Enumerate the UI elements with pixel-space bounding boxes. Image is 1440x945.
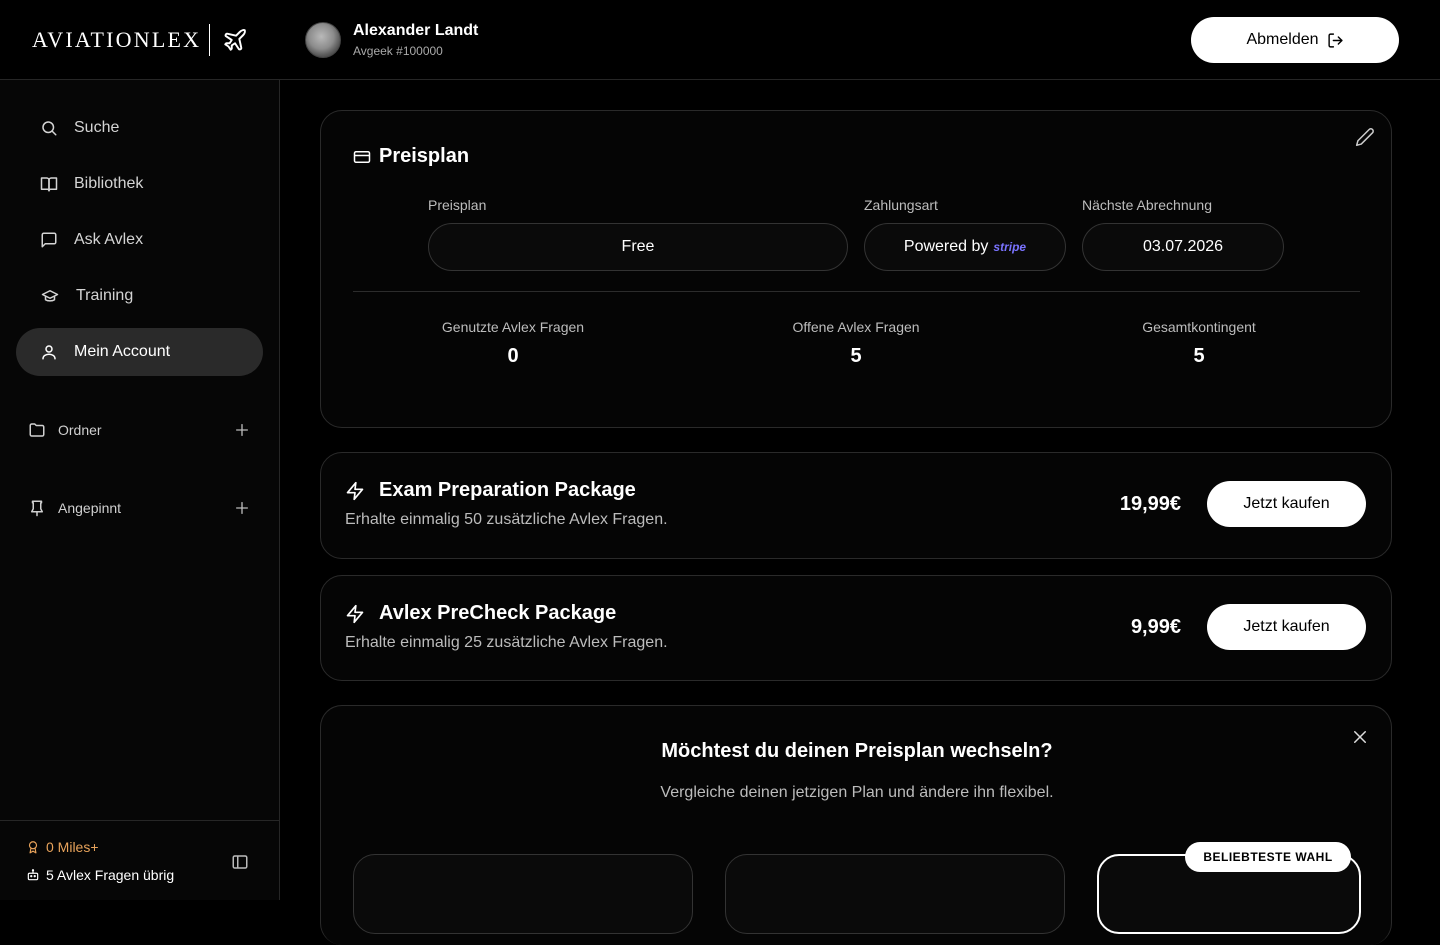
logout-label: Abmelden <box>1246 31 1319 48</box>
switch-plan-title: Möchtest du deinen Preisplan wechseln? <box>661 740 1053 762</box>
pin-icon <box>28 499 46 517</box>
plan-option-card[interactable] <box>353 854 693 934</box>
plan-field-label: Preisplan <box>428 197 487 213</box>
package-description: Erhalte einmalig 25 zusätzliche Avlex Fr… <box>345 634 668 651</box>
stat-value: 0 <box>507 345 519 367</box>
sidebar-item-label: Suche <box>74 119 120 136</box>
payment-method[interactable]: Powered by stripe <box>864 223 1066 271</box>
chat-icon <box>40 231 58 249</box>
add-folder-icon[interactable] <box>234 422 250 438</box>
user-name: Alexander Landt <box>353 22 479 39</box>
questions-left-label: 5 Avlex Fragen übrig <box>46 867 175 883</box>
avatar <box>305 22 341 58</box>
next-billing-date: 03.07.2026 <box>1082 223 1284 271</box>
buy-exam-package-button[interactable]: Jetzt kaufen <box>1207 481 1366 527</box>
book-icon <box>40 175 58 193</box>
package-price: 19,99€ <box>1119 493 1181 515</box>
package-description: Erhalte einmalig 50 zusätzliche Avlex Fr… <box>345 511 668 528</box>
switch-plan-subtitle: Vergleiche deinen jetzigen Plan und ände… <box>660 784 1054 801</box>
questions-left: 5 Avlex Fragen übrig <box>26 867 174 883</box>
sidebar: Suche Bibliothek Ask Avlex Training Mein… <box>0 80 280 900</box>
stat-label: Gesamtkontingent <box>1142 319 1256 335</box>
award-icon <box>28 841 38 854</box>
user-icon <box>40 343 58 361</box>
sidebar-section-angepinnt[interactable]: Angepinnt <box>28 496 250 520</box>
sidebar-item-label: Training <box>76 287 134 304</box>
package-title-label: Avlex PreCheck Package <box>379 602 617 624</box>
stat-total-quota: Gesamtkontingent 5 <box>1079 319 1319 368</box>
logout-icon <box>1319 32 1344 49</box>
sidebar-item-ask-avlex[interactable]: Ask Avlex <box>16 216 263 264</box>
user-id: Avgeek #100000 <box>353 44 443 58</box>
plan-divider <box>353 291 1360 292</box>
popular-badge: BELIEBTESTE WAHL <box>1185 842 1351 872</box>
plan-title-label: Preisplan <box>379 145 470 167</box>
stat-value: 5 <box>1193 345 1205 367</box>
stat-label: Offene Avlex Fragen <box>792 319 920 335</box>
stripe-logo: stripe <box>993 240 1027 254</box>
sidebar-item-label: Mein Account <box>74 343 171 360</box>
stat-value: 5 <box>850 345 862 367</box>
sidebar-item-label: Bibliothek <box>74 175 144 192</box>
sidebar-item-suche[interactable]: Suche <box>16 104 263 152</box>
billing-field-label: Nächste Abrechnung <box>1082 197 1212 213</box>
plan-value: Free <box>428 223 848 271</box>
stat-used-questions: Genutzte Avlex Fragen 0 <box>393 319 633 368</box>
sidebar-section-ordner[interactable]: Ordner <box>28 418 250 442</box>
logo[interactable]: AVIATIONLEX <box>32 24 248 56</box>
package-card-exam: Exam Preparation Package Erhalte einmali… <box>320 452 1392 559</box>
folder-icon <box>28 421 46 439</box>
package-price: 9,99€ <box>1130 616 1181 638</box>
switch-plan-card: Möchtest du deinen Preisplan wechseln? V… <box>320 705 1392 945</box>
plan-option-card[interactable] <box>725 854 1065 934</box>
logo-text: AVIATIONLEX <box>32 27 202 52</box>
logo-divider <box>209 24 211 56</box>
credit-card-icon <box>353 150 371 163</box>
sidebar-section-label: Angepinnt <box>58 500 122 516</box>
plan-card-title: Preisplan <box>353 145 469 168</box>
package-title: Exam Preparation Package <box>345 479 636 502</box>
sidebar-collapse-icon[interactable] <box>231 853 249 871</box>
stat-label: Genutzte Avlex Fragen <box>441 319 585 335</box>
graduation-cap-icon <box>40 287 60 305</box>
user-profile[interactable]: Alexander Landt Avgeek #100000 <box>305 22 478 58</box>
package-title: Avlex PreCheck Package <box>345 602 616 625</box>
sidebar-item-label: Ask Avlex <box>74 231 144 248</box>
package-card-precheck: Avlex PreCheck Package Erhalte einmalig … <box>320 575 1392 681</box>
plan-card: Preisplan Preisplan Free Zahlungsart Pow… <box>320 110 1392 428</box>
sidebar-item-bibliothek[interactable]: Bibliothek <box>16 160 263 208</box>
sidebar-footer: 0 Miles+ 5 Avlex Fragen übrig <box>0 820 279 900</box>
edit-icon[interactable] <box>1355 127 1375 147</box>
payment-method-label: Powered by <box>903 238 989 255</box>
stat-open-questions: Offene Avlex Fragen 5 <box>736 319 976 368</box>
package-title-label: Exam Preparation Package <box>379 479 636 501</box>
robot-icon <box>27 869 39 881</box>
lightning-icon <box>346 481 364 500</box>
sidebar-item-mein-account[interactable]: Mein Account <box>16 328 263 376</box>
logout-button[interactable]: Abmelden <box>1191 17 1399 63</box>
search-icon <box>40 119 58 137</box>
lightning-icon <box>346 604 364 623</box>
sidebar-section-label: Ordner <box>58 422 102 438</box>
top-bar: AVIATIONLEX Alexander Landt Avgeek #1000… <box>0 0 1440 80</box>
close-icon[interactable] <box>1351 728 1369 746</box>
payment-field-label: Zahlungsart <box>864 197 938 213</box>
miles-label: 0 Miles+ <box>46 839 99 855</box>
sidebar-item-training[interactable]: Training <box>16 272 263 320</box>
add-pinned-icon[interactable] <box>234 500 250 516</box>
plane-icon <box>222 27 248 53</box>
miles-counter: 0 Miles+ <box>26 839 99 855</box>
buy-precheck-package-button[interactable]: Jetzt kaufen <box>1207 604 1366 650</box>
